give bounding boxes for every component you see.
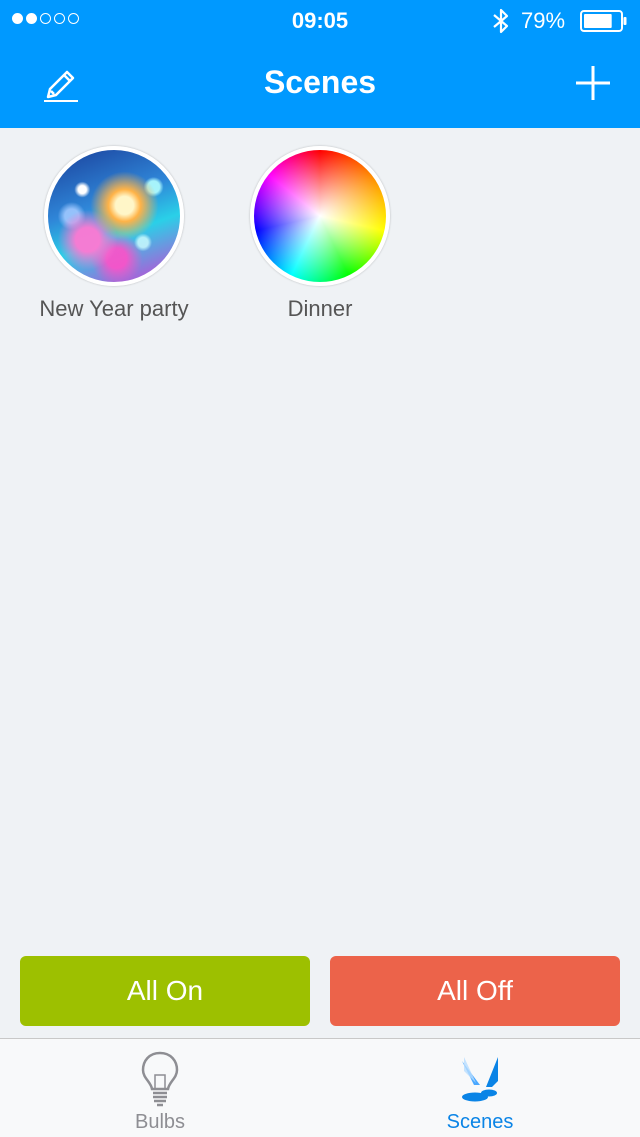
battery-icon (580, 10, 627, 32)
bluetooth-icon (493, 8, 509, 34)
scene-label: New Year party (39, 296, 189, 321)
scene-dinner[interactable]: Dinner (210, 146, 430, 322)
scene-label: Dinner (287, 296, 353, 321)
scene-thumbnail-party (44, 146, 184, 286)
spotlight-icon (462, 1057, 498, 1102)
add-scene-button[interactable] (574, 64, 612, 102)
tab-bulbs-label: Bulbs (134, 1111, 186, 1133)
all-off-button[interactable]: All Off (330, 956, 620, 1026)
scene-new-year-party[interactable]: New Year party (4, 146, 224, 322)
battery-percent: 79% (521, 8, 566, 33)
all-on-button[interactable]: All On (20, 956, 310, 1026)
top-bar: 09:05 79% Scenes (0, 0, 640, 128)
tab-scenes-label: Scenes (446, 1111, 514, 1133)
lightbulb-icon (141, 1051, 179, 1107)
tab-scenes[interactable]: Scenes (320, 1039, 640, 1137)
page-title: Scenes (263, 64, 377, 100)
tab-bar: Bulbs Scenes (0, 1038, 640, 1137)
scene-thumbnail-color-wheel (250, 146, 390, 286)
plus-icon (576, 66, 610, 100)
tab-bulbs[interactable]: Bulbs (0, 1039, 320, 1137)
